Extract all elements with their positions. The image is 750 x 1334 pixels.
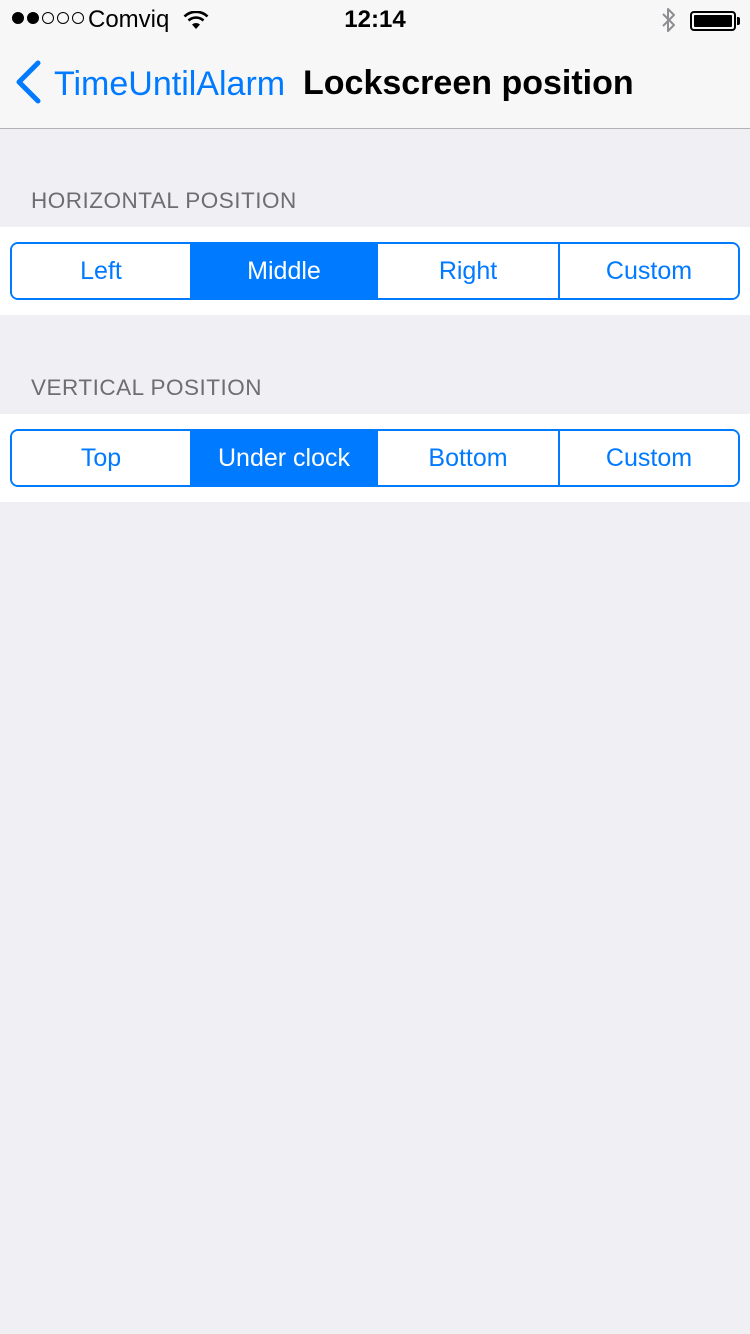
vertical-position-section: Top Under clock Bottom Custom xyxy=(0,414,750,502)
segment-top[interactable]: Top xyxy=(12,431,192,485)
segment-horizontal-custom[interactable]: Custom xyxy=(560,244,738,298)
screen: Comviq 12:14 TimeUntilAlarm Lockscreen p… xyxy=(0,0,750,1334)
vertical-position-header: VERTICAL POSITION xyxy=(31,375,263,400)
bluetooth-icon xyxy=(660,6,678,41)
chevron-left-icon xyxy=(14,60,42,109)
horizontal-position-section: Left Middle Right Custom xyxy=(0,227,750,315)
segment-middle[interactable]: Middle xyxy=(192,244,378,298)
navigation-bar: TimeUntilAlarm Lockscreen position xyxy=(0,40,750,128)
status-time: 12:14 xyxy=(344,6,406,33)
segment-vertical-custom[interactable]: Custom xyxy=(560,431,738,485)
top-bar: Comviq 12:14 TimeUntilAlarm Lockscreen p… xyxy=(0,0,750,129)
battery-icon xyxy=(690,11,736,31)
horizontal-position-header: HORIZONTAL POSITION xyxy=(31,188,297,213)
back-button[interactable]: TimeUntilAlarm xyxy=(14,60,285,108)
segment-bottom[interactable]: Bottom xyxy=(378,431,560,485)
battery-tip xyxy=(737,17,740,25)
vertical-position-control: Top Under clock Bottom Custom xyxy=(10,429,740,487)
status-bar: Comviq 12:14 xyxy=(0,0,750,40)
segment-right[interactable]: Right xyxy=(378,244,560,298)
back-button-label: TimeUntilAlarm xyxy=(54,64,286,103)
horizontal-position-control: Left Middle Right Custom xyxy=(10,242,740,300)
segment-under-clock[interactable]: Under clock xyxy=(192,431,378,485)
segment-left[interactable]: Left xyxy=(12,244,192,298)
page-title: Lockscreen position xyxy=(303,64,634,102)
